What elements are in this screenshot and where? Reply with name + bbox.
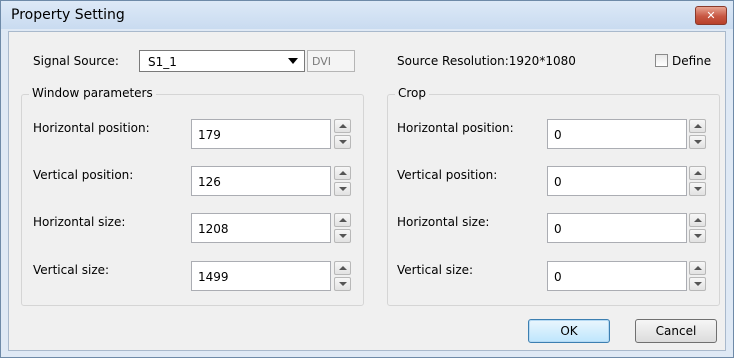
window-horizontal-size-spinner[interactable] [334, 213, 351, 243]
crop-vertical-size-label: Vertical size: [397, 263, 474, 277]
window-vertical-size-label: Vertical size: [33, 263, 110, 277]
signal-source-value: S1_1 [148, 55, 177, 69]
crop-vertical-size-value: 0 [554, 270, 562, 284]
signal-source-dropdown[interactable]: S1_1 [139, 50, 305, 72]
dialog-body: Signal Source: S1_1 DVI Source Resolutio… [8, 31, 726, 351]
spin-up-icon[interactable] [334, 166, 351, 180]
window-vertical-size-input[interactable]: 1499 [191, 261, 331, 291]
ok-button[interactable]: OK [528, 319, 610, 343]
property-setting-dialog: Property Setting ✕ Signal Source: S1_1 D… [0, 0, 734, 358]
window-vertical-position-input[interactable]: 126 [191, 166, 331, 196]
crop-horizontal-size-spinner[interactable] [689, 213, 706, 243]
spin-up-icon[interactable] [689, 213, 706, 227]
window-horizontal-size-input[interactable]: 1208 [191, 213, 331, 243]
crop-vertical-position-label: Vertical position: [397, 168, 498, 182]
window-parameters-title: Window parameters [29, 86, 156, 100]
spin-down-icon[interactable] [334, 182, 351, 196]
spin-down-icon[interactable] [689, 229, 706, 243]
crop-horizontal-size-label: Horizontal size: [397, 215, 490, 229]
spin-up-icon[interactable] [689, 261, 706, 275]
spin-down-icon[interactable] [334, 135, 351, 149]
spin-up-icon[interactable] [689, 166, 706, 180]
window-vertical-position-spinner[interactable] [334, 166, 351, 196]
window-horizontal-size-value: 1208 [198, 222, 229, 236]
title-bar[interactable]: Property Setting ✕ [1, 1, 733, 29]
crop-horizontal-position-input[interactable]: 0 [547, 119, 687, 149]
window-horizontal-position-value: 179 [198, 128, 221, 142]
spin-down-icon[interactable] [689, 135, 706, 149]
signal-source-label: Signal Source: [33, 54, 119, 68]
crop-horizontal-size-value: 0 [554, 222, 562, 236]
define-label: Define [672, 54, 712, 68]
chevron-down-icon [288, 58, 298, 64]
window-vertical-position-label: Vertical position: [33, 168, 134, 182]
close-button[interactable]: ✕ [695, 6, 727, 25]
spin-down-icon[interactable] [334, 229, 351, 243]
spin-down-icon[interactable] [689, 182, 706, 196]
crop-horizontal-position-value: 0 [554, 128, 562, 142]
window-vertical-position-value: 126 [198, 175, 221, 189]
window-title: Property Setting [11, 7, 125, 23]
define-checkbox[interactable] [655, 54, 668, 67]
crop-vertical-size-input[interactable]: 0 [547, 261, 687, 291]
spin-up-icon[interactable] [334, 119, 351, 133]
window-vertical-size-spinner[interactable] [334, 261, 351, 291]
window-horizontal-position-label: Horizontal position: [33, 121, 150, 135]
crop-horizontal-position-spinner[interactable] [689, 119, 706, 149]
crop-title: Crop [395, 86, 430, 100]
spin-down-icon[interactable] [334, 277, 351, 291]
cancel-button[interactable]: Cancel [635, 319, 717, 343]
crop-vertical-size-spinner[interactable] [689, 261, 706, 291]
spin-up-icon[interactable] [334, 261, 351, 275]
spin-up-icon[interactable] [334, 213, 351, 227]
window-vertical-size-value: 1499 [198, 270, 229, 284]
spin-down-icon[interactable] [689, 277, 706, 291]
source-resolution-text: Source Resolution:1920*1080 [397, 54, 576, 68]
crop-vertical-position-input[interactable]: 0 [547, 166, 687, 196]
crop-vertical-position-spinner[interactable] [689, 166, 706, 196]
spin-up-icon[interactable] [689, 119, 706, 133]
window-horizontal-position-spinner[interactable] [334, 119, 351, 149]
window-horizontal-size-label: Horizontal size: [33, 215, 126, 229]
window-horizontal-position-input[interactable]: 179 [191, 119, 331, 149]
interface-type-field: DVI [307, 50, 355, 72]
crop-horizontal-size-input[interactable]: 0 [547, 213, 687, 243]
crop-vertical-position-value: 0 [554, 175, 562, 189]
crop-horizontal-position-label: Horizontal position: [397, 121, 514, 135]
